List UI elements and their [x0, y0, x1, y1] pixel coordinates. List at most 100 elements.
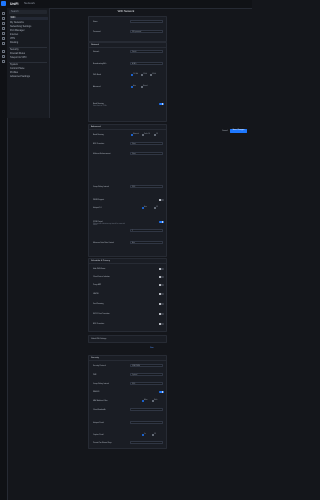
settings-gear-icon[interactable] [2, 60, 5, 63]
multicast-label: Multicast Enhancement [93, 153, 111, 155]
schedule-header: Schedule & Privacy [91, 259, 110, 262]
hotspot-auto-option: Auto [144, 207, 147, 208]
mac-allow-option: Allow [144, 400, 148, 401]
mac-block-option: Block [154, 400, 158, 401]
radius-label: RADIUS [93, 391, 100, 393]
global-settings-panel[interactable]: Global WiFi Settings [88, 335, 167, 343]
network-select[interactable]: Default [130, 50, 163, 53]
ft-toggle[interactable] [159, 313, 164, 316]
sidebar-item-teleport-vpn[interactable]: Teleport & VPN [10, 56, 47, 60]
bss-transition-select[interactable]: Select [130, 142, 163, 145]
ppsk-label: Private Pre-Shared Keys [93, 442, 112, 444]
hide-name-toggle[interactable] [159, 268, 164, 271]
sidebar-item-internet[interactable]: Internet [10, 33, 47, 37]
security-header: Security [91, 356, 99, 359]
dtim-toggle[interactable] [159, 221, 164, 224]
advanced-panel-header: Advanced [89, 125, 166, 130]
dtim-sub: Delivery traffic indication map interval… [93, 223, 125, 227]
wpa3-toggle[interactable] [159, 199, 164, 202]
isolation-toggle[interactable] [159, 276, 164, 279]
sec-rekey-label: Group Rekey Interval [93, 383, 109, 385]
security-protocol-label: Security Protocol [93, 365, 106, 367]
advanced-header: Advanced [91, 125, 101, 128]
client-bandwidth-label: Client Bandwidth [93, 409, 106, 411]
bss-privacy-toggle[interactable] [159, 323, 164, 326]
innerspace-icon[interactable] [2, 55, 5, 58]
hide-name-label: Hide WiFi Name [93, 268, 106, 270]
password-hint: WiFi password [132, 31, 142, 33]
show-link[interactable]: Show [150, 348, 153, 350]
fast-roaming-label: Fast Roaming [93, 303, 104, 305]
proxy-arp-toggle[interactable] [159, 284, 164, 287]
hotspot-off-option: Off [156, 207, 158, 208]
sec-rekey-input[interactable]: 3600 [130, 382, 163, 385]
adv-prefer5g-option: Prefer 5G [144, 134, 151, 135]
unifi-logo-icon[interactable] [1, 1, 6, 6]
ft-label: 802.11 Fast Transition [93, 313, 110, 315]
system-log-icon[interactable] [2, 50, 5, 53]
hotspot-portal-select[interactable] [130, 421, 163, 424]
rekey-input[interactable]: 3600 [130, 185, 163, 188]
map-icon[interactable] [2, 37, 5, 40]
security-protocol-select[interactable]: WPA2/WPA3 [130, 364, 163, 367]
band-steering-toggle[interactable] [159, 103, 164, 106]
hotspot20-label: Hotspot 2.0 [93, 207, 102, 209]
uapsd-label: UAPSD [93, 293, 99, 295]
bss-transition-value: Select [132, 143, 136, 145]
brand-subtitle: Network [24, 1, 36, 6]
broadcasting-aps-label: Broadcasting APs [93, 63, 107, 65]
schedule-panel-header: Schedule & Privacy [89, 259, 166, 264]
dtim-value: 3 [132, 230, 133, 232]
network-value: Default [132, 51, 137, 53]
network-panel-header: Network [89, 43, 166, 48]
pmf-label: PMF [93, 374, 97, 376]
brand-name: UniFi [10, 2, 19, 6]
advanced-manual-option: Manual [143, 86, 148, 87]
client-bandwidth-select[interactable] [130, 408, 163, 411]
hotspot-portal-label: Hotspot Portal [93, 422, 104, 424]
fast-roaming-toggle[interactable] [159, 303, 164, 306]
network-header: Network [91, 43, 100, 46]
wifi-band-label: WiFi Band [93, 74, 101, 76]
sidebar-item-wifi[interactable]: WiFi [10, 16, 48, 20]
statistics-icon[interactable] [2, 32, 5, 35]
password-input[interactable]: WiFi password [130, 30, 163, 33]
min-rate-select[interactable]: Auto [130, 241, 163, 244]
name-label: Name [93, 21, 98, 23]
bss-transition-label: BSS Transition [93, 143, 105, 145]
security-panel-header: Security [89, 356, 166, 361]
pmf-select[interactable]: Optional [130, 373, 163, 376]
rekey-label: Group Rekey Interval [93, 186, 109, 188]
multicast-select[interactable]: Select [130, 152, 163, 155]
global-settings-label: Global WiFi Settings [91, 338, 107, 340]
clients-icon[interactable] [2, 27, 5, 30]
security-protocol-value: WPA2/WPA3 [132, 365, 141, 367]
settings-sidebar: Search WiFi My Networks Networking Setti… [7, 8, 50, 118]
radius-toggle[interactable] [159, 391, 164, 394]
save-changes-button[interactable]: Save Changes [230, 129, 247, 133]
sec-rekey-value: 3600 [132, 383, 136, 385]
adv-band-steering-label: Band Steering [93, 134, 104, 136]
ppsk-input[interactable] [130, 441, 163, 444]
bss-privacy-label: BSS Transition [93, 323, 105, 325]
captive-portal-label: Captive Portal [93, 434, 104, 436]
uapsd-toggle[interactable] [159, 293, 164, 296]
band-steering-sub: Steer clients to 5 GHz [93, 105, 107, 107]
cancel-button[interactable]: Cancel [222, 130, 228, 132]
sidebar-item-routing[interactable]: Routing [10, 41, 47, 45]
dtim-input[interactable]: 3 [130, 229, 163, 232]
advanced-panel: Advanced Band Steering Balanced Prefer 5… [88, 124, 167, 257]
band-5g-option: 5 GHz [143, 74, 147, 75]
broadcasting-aps-select[interactable]: All APs [130, 62, 163, 65]
name-input[interactable] [130, 20, 163, 23]
mac-filter-label: MAC Address Filter [93, 400, 108, 402]
schedule-panel: Schedule & Privacy Hide WiFi Name Client… [88, 258, 167, 332]
devices-icon[interactable] [2, 22, 5, 25]
page-title: WiFi Network [117, 8, 135, 13]
alarms-icon[interactable] [2, 42, 5, 45]
rekey-value: 3600 [132, 186, 136, 188]
band-2g-option: 2.4 GHz [133, 74, 139, 75]
multicast-value: Select [132, 153, 136, 155]
sidebar-item-advanced-settings[interactable]: Advanced Settings [10, 75, 47, 79]
topology-icon[interactable] [2, 17, 5, 20]
